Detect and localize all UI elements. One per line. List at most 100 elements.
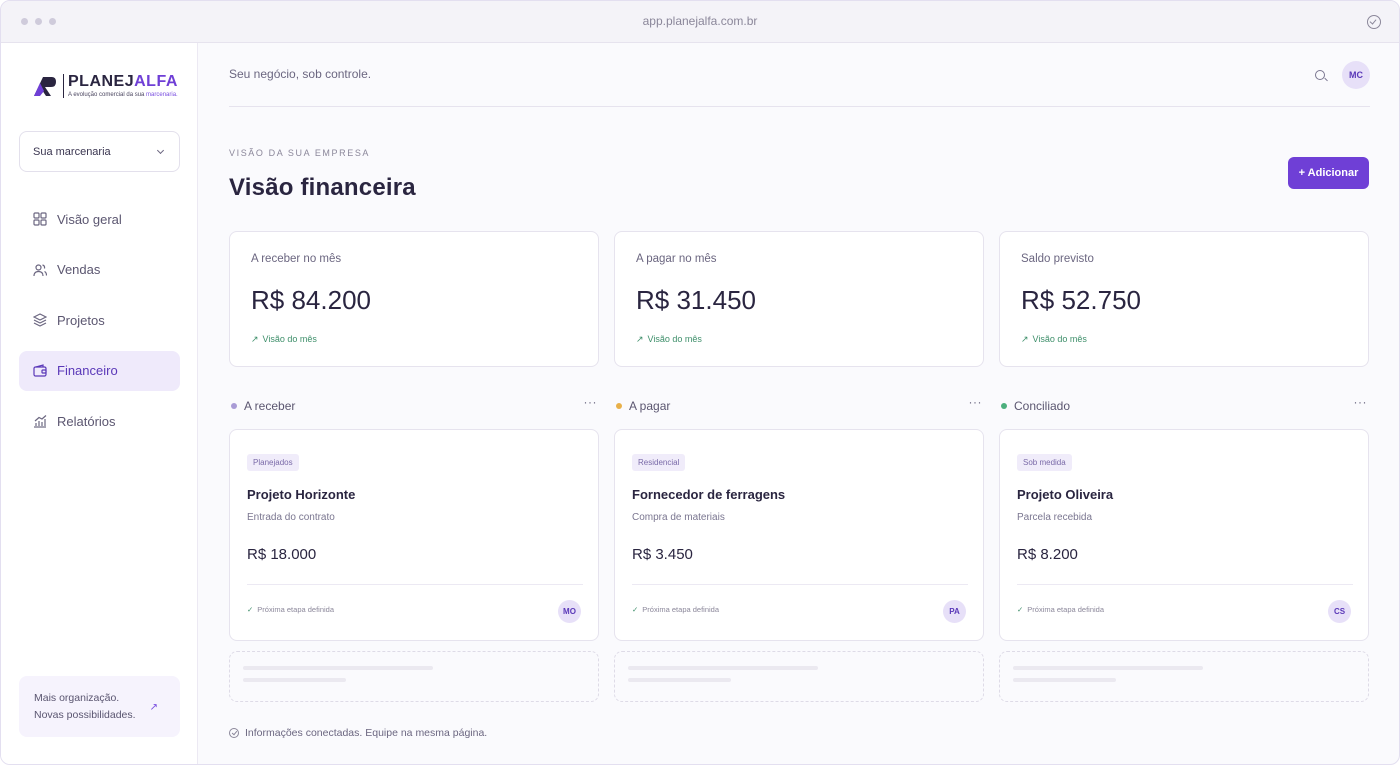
assignee-avatar[interactable]: CS [1328,600,1351,623]
more-icon[interactable]: ··· [969,395,983,409]
card-subtitle: Entrada do contrato [247,512,335,523]
card-amount: R$ 3.450 [632,546,693,563]
card-subtitle: Compra de materiais [632,512,725,523]
category-tag: Planejados [247,454,299,471]
logo-wordmark: PLANEJALFA A evolução comercial da sua m… [63,74,178,98]
stat-label: A receber no mês [251,253,342,265]
add-button[interactable]: + Adicionar [1288,157,1369,189]
category-tag: Residencial [632,454,686,471]
sidebar-item-relatorios[interactable]: Relatórios [19,401,180,441]
arrow-up-right-icon: ↗ [1021,334,1029,344]
card-status: ✓ Próxima etapa definida [1017,605,1105,614]
skeleton-line [1013,666,1203,670]
card-status: ✓ Próxima etapa definida [247,605,335,614]
sidebar-item-label: Financeiro [57,363,118,378]
stat-link[interactable]: ↗ Visão do mês [636,334,702,345]
sidebar-nav: Visão geral Vendas Projetos Financeiro R… [19,199,180,452]
page-eyebrow: VISÃO DA SUA EMPRESA [229,148,371,158]
stat-card-receber: A receber no mês R$ 84.200 ↗ Visão do mês [229,231,599,367]
skeleton-card [999,651,1369,702]
skeleton-line [243,678,346,682]
stat-link[interactable]: ↗ Visão do mês [251,334,317,345]
assignee-avatar[interactable]: MO [558,600,581,623]
column-title: Conciliado [1014,399,1071,413]
check-icon: ✓ [1017,605,1024,614]
status-dot [231,403,237,409]
stat-card-saldo: Saldo previsto R$ 52.750 ↗ Visão do mês [999,231,1369,367]
logo-name: PLANEJALFA [68,73,178,90]
footer-note: Informações conectadas. Equipe na mesma … [229,727,487,739]
user-avatar[interactable]: MC [1342,61,1370,89]
card-title: Projeto Oliveira [1017,487,1114,502]
stat-value: R$ 84.200 [251,285,371,315]
header-divider [229,106,1370,107]
card-divider [1017,584,1353,585]
stat-label: Saldo previsto [1021,253,1094,265]
logo-mark-icon [31,73,57,99]
stat-link[interactable]: ↗ Visão do mês [1021,334,1087,345]
assignee-avatar[interactable]: PA [943,600,966,623]
card-divider [632,584,968,585]
sidebar: PLANEJALFA A evolução comercial da sua m… [1,43,198,764]
card-divider [247,584,583,585]
check-icon: ✓ [247,605,254,614]
stat-label: A pagar no mês [636,253,717,265]
page-title: Visão financeira [229,174,416,201]
card-subtitle: Parcela recebida [1017,512,1093,523]
app-window: app.planejalfa.com.br PLANEJALFA A evolu… [0,0,1400,765]
footer-text: Informações conectadas. Equipe na mesma … [245,727,488,739]
sidebar-item-visao-geral[interactable]: Visão geral [19,199,180,239]
header-tagline: Seu negócio, sob controle. [229,67,372,81]
column-header-conciliado: Conciliado ··· [999,395,1369,413]
arrow-up-right-icon: ↗ [149,702,158,713]
finance-card[interactable]: Residencial Fornecedor de ferragens Comp… [614,429,984,641]
skeleton-card [614,651,984,702]
sidebar-item-financeiro[interactable]: Financeiro [19,350,180,391]
skeleton-line [628,678,731,682]
company-select-value: Sua marcenaria [33,146,111,158]
column-header-receber: A receber ··· [229,395,599,413]
search-icon[interactable] [1315,70,1325,80]
sidebar-item-label: Projetos [57,312,105,328]
stat-value: R$ 31.450 [636,285,756,315]
card-title: Projeto Horizonte [247,487,356,502]
promo-card[interactable]: Mais organização. Novas possibilidades. … [19,676,180,737]
brand-logo[interactable]: PLANEJALFA A evolução comercial da sua m… [31,73,178,99]
arrow-up-right-icon: ↗ [636,334,644,344]
promo-text: Mais organização. Novas possibilidades. [34,690,154,724]
status-dot [1001,403,1007,409]
sidebar-item-vendas[interactable]: Vendas [19,250,180,290]
card-status: ✓ Próxima etapa definida [632,605,720,614]
check-circle-icon[interactable] [1367,15,1381,29]
wallet-icon [33,363,47,378]
grid-icon [33,212,47,226]
users-icon [33,263,48,277]
sidebar-item-label: Relatórios [57,413,116,429]
skeleton-line [628,666,818,670]
arrow-up-right-icon: ↗ [251,334,259,344]
more-icon[interactable]: ··· [1354,395,1368,409]
check-circle-icon [229,728,239,738]
sidebar-item-label: Visão geral [57,211,122,227]
browser-titlebar: app.planejalfa.com.br [1,1,1399,43]
logo-tagline: A evolução comercial da sua marcenaria. [68,92,178,98]
browser-url[interactable]: app.planejalfa.com.br [1,14,1399,28]
status-dot [616,403,622,409]
column-title: A pagar [629,399,671,413]
stat-value: R$ 52.750 [1021,285,1141,315]
company-select[interactable]: Sua marcenaria [19,131,180,172]
finance-card[interactable]: Sob medida Projeto Oliveira Parcela rece… [999,429,1369,641]
main-content: Seu negócio, sob controle. MC VISÃO DA S… [199,43,1399,764]
chevron-down-icon [156,146,165,155]
promo-line-2: Novas possibilidades. [34,709,136,721]
finance-card[interactable]: Planejados Projeto Horizonte Entrada do … [229,429,599,641]
column-header-pagar: A pagar ··· [614,395,984,413]
sidebar-item-label: Vendas [57,262,101,277]
layers-icon [32,313,48,327]
skeleton-line [1013,678,1116,682]
more-icon[interactable]: ··· [584,395,598,409]
sidebar-item-projetos[interactable]: Projetos [19,300,180,340]
column-title: A receber [244,399,296,413]
skeleton-line [243,666,433,670]
category-tag: Sob medida [1017,454,1072,471]
